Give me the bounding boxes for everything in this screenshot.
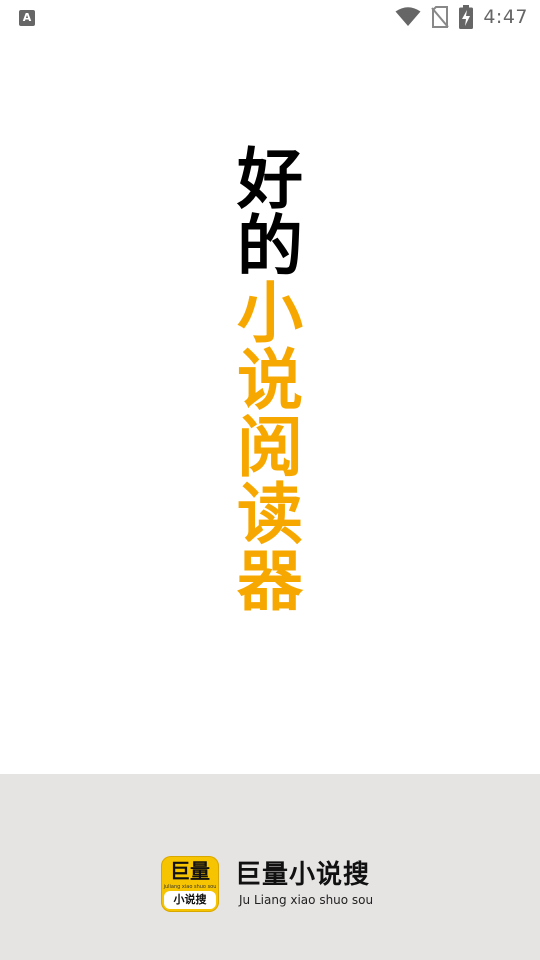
app-name-pinyin: Ju Liang xiao shuo sou — [239, 893, 374, 907]
splash-area: 好 的 小 说 阅 读 器 — [0, 34, 540, 774]
no-sim-icon — [431, 6, 450, 28]
brand-logo: 巨量 juliang xiao shuo sou 小说搜 巨量小说搜 Ju Li… — [161, 856, 373, 912]
slogan-char: 小 — [237, 275, 303, 352]
slogan-char: 器 — [237, 543, 303, 620]
slogan: 好 的 小 说 阅 读 器 — [232, 146, 308, 615]
slogan-char: 的 — [237, 208, 303, 285]
brand-footer: 巨量 juliang xiao shuo sou 小说搜 巨量小说搜 Ju Li… — [0, 774, 540, 960]
keyboard-notification-icon: A — [19, 10, 35, 26]
app-name: 巨量小说搜 — [235, 860, 371, 890]
app-icon-title: 巨量 — [170, 859, 210, 883]
slogan-char: 说 — [237, 342, 303, 419]
slogan-char: 好 — [237, 141, 303, 218]
slogan-char: 阅 — [237, 409, 303, 486]
app-icon-tagline: juliang xiao shuo sou — [163, 884, 217, 890]
wifi-icon — [395, 7, 421, 26]
status-icons: 4:47 — [395, 4, 528, 30]
slogan-char: 读 — [237, 476, 303, 553]
clock: 4:47 — [483, 6, 528, 28]
battery-charging-icon — [459, 5, 474, 29]
status-bar: A 4:47 — [0, 0, 540, 34]
app-icon: 巨量 juliang xiao shuo sou 小说搜 — [161, 856, 219, 912]
app-icon-subtitle: 小说搜 — [164, 891, 216, 909]
brand-text: 巨量小说搜 Ju Liang xiao shuo sou — [235, 860, 373, 908]
